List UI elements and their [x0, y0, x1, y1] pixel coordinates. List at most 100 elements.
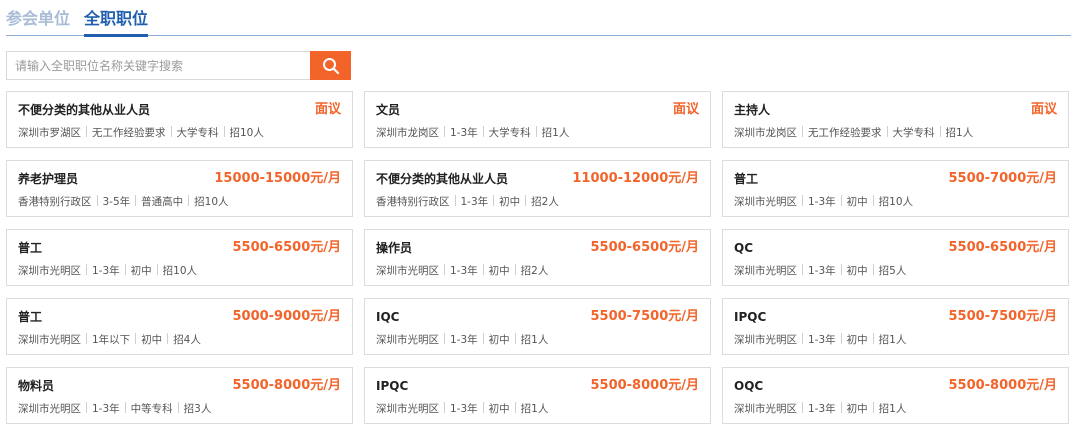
job-location: 深圳市罗湖区: [18, 127, 81, 139]
meta-divider: [444, 264, 445, 275]
job-experience: 1-3年: [460, 196, 489, 208]
job-card[interactable]: 主持人 面议 深圳市龙岗区 无工作经验要求 大学专科 招1人: [722, 91, 1069, 148]
search-button[interactable]: [310, 51, 351, 80]
job-title: IPQC: [734, 310, 767, 324]
job-location: 深圳市光明区: [376, 334, 439, 346]
meta-divider: [444, 126, 445, 137]
meta-divider: [482, 333, 484, 344]
job-salary: 面议: [314, 102, 341, 117]
job-card[interactable]: 普工 5000-9000元/月 深圳市光明区 1年以下 初中 招4人: [6, 298, 353, 355]
job-location: 深圳市光明区: [734, 196, 797, 208]
job-meta: 深圳市光明区 1年以下 初中 招4人: [18, 332, 201, 348]
job-experience: 1-3年: [92, 403, 120, 415]
job-card[interactable]: OQC 5500-8000元/月 深圳市光明区 1-3年 初中 招1人: [722, 367, 1069, 424]
meta-divider: [482, 264, 484, 275]
meta-divider: [444, 333, 445, 344]
meta-divider: [872, 195, 874, 206]
job-meta: 深圳市光明区 1-3年 初中 招1人: [376, 401, 548, 417]
meta-divider: [802, 333, 803, 344]
job-meta: 深圳市龙岗区 无工作经验要求 大学专科 招1人: [734, 125, 973, 141]
job-headcount: 招1人: [878, 334, 907, 346]
job-location: 深圳市龙岗区: [734, 127, 797, 139]
job-title: 主持人: [734, 103, 771, 117]
meta-divider: [872, 333, 874, 344]
job-card[interactable]: 养老护理员 15000-15000元/月 香港特别行政区 3-5年 普通高中 招10人: [6, 160, 353, 217]
job-education: 大学专科: [176, 127, 219, 139]
search-bar: [6, 51, 351, 80]
tab-participating-units-label: 参会单位: [6, 9, 71, 28]
job-experience: 1-3年: [808, 334, 836, 346]
meta-divider: [170, 126, 172, 137]
meta-divider: [840, 402, 842, 413]
job-title: IQC: [376, 310, 400, 324]
job-meta: 深圳市光明区 1-3年 初中 招2人: [376, 263, 548, 279]
meta-divider: [514, 402, 516, 413]
meta-divider: [840, 264, 842, 275]
job-location: 深圳市光明区: [376, 403, 439, 415]
job-salary: 5500-7000元/月: [948, 171, 1057, 186]
job-education: 初中: [846, 334, 868, 346]
meta-divider: [802, 126, 803, 137]
job-meta: 深圳市罗湖区 无工作经验要求 大学专科 招10人: [18, 125, 264, 141]
job-card[interactable]: 操作员 5500-6500元/月深圳市光明区 1-3年 初中 招2人: [364, 229, 711, 286]
job-card[interactable]: 不便分类的其他从业人员 面议 深圳市罗湖区 无工作经验要求 大学专科 招10人: [6, 91, 353, 148]
job-meta: 深圳市光明区 1-3年 初中 招1人: [376, 332, 548, 348]
meta-divider: [514, 264, 516, 275]
meta-divider: [188, 195, 190, 206]
job-card[interactable]: 普工 5500-6500元/月 深圳市光明区 1-3年 初中 招10人: [6, 229, 353, 286]
meta-divider: [872, 264, 874, 275]
job-experience: 无工作经验要求: [808, 127, 882, 139]
meta-divider: [493, 195, 495, 206]
job-salary: 5500-6500元/月: [590, 240, 699, 255]
meta-divider: [886, 126, 888, 137]
meta-divider: [124, 264, 126, 275]
job-headcount: 招10人: [162, 265, 198, 277]
job-title: 普工: [18, 241, 43, 255]
job-salary: 5500-6500元/月: [232, 240, 341, 255]
job-title: 普工: [734, 172, 759, 186]
meta-divider: [872, 402, 874, 413]
job-headcount: 招1人: [520, 334, 549, 346]
job-salary: 5500-7500元/月: [590, 309, 699, 324]
job-card[interactable]: 物料员 5500-8000元/月 深圳市光明区 1-3年 中等专科 招3人: [6, 367, 353, 424]
job-location: 深圳市光明区: [734, 265, 797, 277]
job-card[interactable]: 文员 面议 深圳市龙岗区 1-3年 大学专科 招1人: [364, 91, 711, 148]
job-experience: 1-3年: [808, 403, 836, 415]
tab-fulltime-positions[interactable]: 全职职位: [84, 8, 149, 37]
job-card[interactable]: IPQC 5500-8000元/月 深圳市光明区 1-3年 初中 招1人: [364, 367, 711, 424]
job-experience: 1-3年: [450, 127, 478, 139]
meta-divider: [135, 333, 137, 344]
search-input[interactable]: [6, 51, 318, 80]
job-title: 普工: [18, 310, 43, 324]
job-education: 初中: [846, 265, 868, 277]
job-card[interactable]: IPQC 5500-7500元/月 深圳市光明区 1-3年 初中 招1人: [722, 298, 1069, 355]
job-headcount: 招10人: [229, 127, 264, 139]
job-education: 初中: [488, 265, 510, 277]
job-education: 初中: [846, 403, 868, 415]
job-title: 养老护理员: [18, 172, 79, 186]
job-card[interactable]: QC 5500-6500元/月 深圳市光明区 1-3年 初中 招5人: [722, 229, 1069, 286]
job-card[interactable]: IQC 5500-7500元/月深圳市光明区 1-3年 初中 招1人: [364, 298, 711, 355]
job-location: 香港特别行政区: [18, 196, 92, 208]
job-meta: 深圳市光明区 1-3年 中等专科 招3人: [18, 401, 211, 417]
job-experience: 1-3年: [450, 265, 478, 277]
job-title: 操作员: [376, 241, 413, 255]
job-location: 深圳市光明区: [18, 403, 81, 415]
tab-participating-units[interactable]: 参会单位: [6, 8, 70, 30]
job-location: 深圳市光明区: [18, 265, 81, 277]
job-title: 文员: [376, 103, 401, 117]
search-icon: [322, 57, 339, 74]
job-meta: 深圳市光明区 1-3年 初中 招10人: [18, 263, 197, 279]
job-card[interactable]: 不便分类的其他从业人员 11000-12000元/月 香港特别行政区 1-3年 初中 招2…: [364, 160, 711, 217]
job-location: 深圳市光明区: [18, 334, 81, 346]
job-headcount: 招10人: [878, 196, 914, 208]
job-experience: 1-3年: [808, 265, 836, 277]
job-card[interactable]: 普工 5500-7000元/月 深圳市光明区 1-3年 初中 招10人: [722, 160, 1069, 217]
job-experience: 1-3年: [92, 265, 120, 277]
job-meta: 香港特别行政区 1-3年 初中 招2人: [376, 194, 559, 210]
job-salary: 5500-8000元/月: [590, 378, 699, 393]
meta-divider: [525, 195, 527, 206]
job-salary: 5500-8000元/月: [948, 378, 1057, 393]
job-education: 普通高中: [141, 196, 184, 208]
job-headcount: 招5人: [878, 265, 907, 277]
